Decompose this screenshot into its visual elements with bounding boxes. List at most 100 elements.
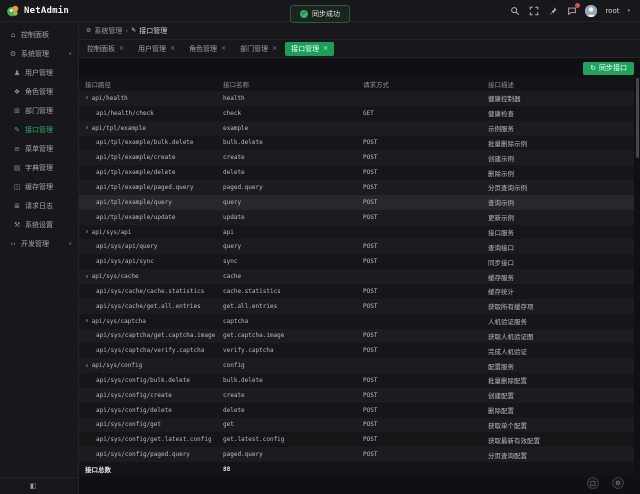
chevron-down-icon: ∨ bbox=[68, 241, 72, 247]
sidebar-item-role[interactable]: ❖角色管理 bbox=[0, 82, 78, 101]
breadcrumb-item-system[interactable]: 系统管理 bbox=[94, 26, 122, 36]
table-row[interactable]: api/sys/config/deletedeletePOST删除配置 bbox=[79, 403, 634, 418]
fullscreen-icon[interactable] bbox=[528, 5, 539, 16]
cell-path: api/tpl/example/paged.query bbox=[79, 184, 223, 191]
chevron-down-icon[interactable]: ∨ bbox=[85, 95, 89, 101]
cell-method: POST bbox=[363, 421, 488, 428]
cell-description: 接口服务 bbox=[488, 227, 634, 237]
cell-name: check bbox=[223, 110, 363, 117]
table-row[interactable]: ∨api/tpl/exampleexample示例服务 bbox=[79, 121, 634, 136]
close-icon[interactable]: × bbox=[221, 45, 226, 52]
table-row[interactable]: api/tpl/example/deletedeletePOST删除示例 bbox=[79, 165, 634, 180]
vertical-scrollbar[interactable] bbox=[636, 78, 639, 158]
app-brand[interactable]: NetAdmin bbox=[0, 4, 79, 18]
table-row[interactable]: api/health/checkcheckGET健康检查 bbox=[79, 106, 634, 121]
breadcrumb-item-api[interactable]: 接口管理 bbox=[139, 26, 167, 36]
cell-path: api/sys/captcha/get.captcha.image bbox=[79, 332, 223, 339]
sidebar-item-settings[interactable]: ⚒系统设置 bbox=[0, 215, 78, 234]
close-icon[interactable]: × bbox=[323, 45, 328, 52]
cell-path: api/sys/api/query bbox=[79, 243, 223, 250]
table-row[interactable]: ∨api/sys/cachecache缓存服务 bbox=[79, 269, 634, 284]
sidebar-item-label: 用户管理 bbox=[25, 68, 53, 78]
cell-description: 查询接口 bbox=[488, 242, 634, 252]
chevron-down-icon[interactable]: ∨ bbox=[85, 229, 89, 235]
table-row[interactable]: api/tpl/example/paged.querypaged.queryPO… bbox=[79, 180, 634, 195]
table-row[interactable]: ∨api/sys/configconfig配置服务 bbox=[79, 358, 634, 373]
table-row[interactable]: api/sys/config/paged.querypaged.queryPOS… bbox=[79, 447, 634, 462]
table-row[interactable]: api/tpl/example/queryqueryPOST查询示例 bbox=[79, 195, 634, 210]
check-circle-icon: ✓ bbox=[300, 10, 308, 18]
cell-path: api/sys/cache/get.all.entries bbox=[79, 303, 223, 310]
chevron-down-icon[interactable]: ∨ bbox=[85, 125, 89, 131]
role-icon: ❖ bbox=[13, 88, 21, 96]
chevron-down-icon[interactable]: ∨ bbox=[85, 318, 89, 324]
floating-actions: □ ⚙ bbox=[587, 477, 624, 489]
cell-name: paged.query bbox=[223, 451, 363, 458]
close-icon[interactable]: × bbox=[119, 45, 124, 52]
user-avatar[interactable] bbox=[585, 5, 597, 17]
sidebar-item-request-log[interactable]: ≣请求日志 bbox=[0, 196, 78, 215]
cell-name: cache.statistics bbox=[223, 288, 363, 295]
table-row[interactable]: api/sys/cache/cache.statisticscache.stat… bbox=[79, 284, 634, 299]
search-icon[interactable] bbox=[509, 5, 520, 16]
sidebar-item-label: 系统设置 bbox=[25, 220, 53, 230]
table-row[interactable]: api/tpl/example/bulk.deletebulk.deletePO… bbox=[79, 136, 634, 151]
cell-path: ∨api/sys/captcha bbox=[79, 318, 223, 325]
collapse-sidebar-icon[interactable]: ◧ bbox=[30, 482, 37, 490]
chevron-up-icon: ∧ bbox=[68, 51, 72, 57]
cell-method: POST bbox=[363, 288, 488, 295]
layout-button[interactable]: □ bbox=[587, 477, 599, 489]
chevron-down-icon[interactable]: ∨ bbox=[85, 274, 89, 280]
tab-department[interactable]: 部门管理× bbox=[234, 42, 283, 56]
cell-description: 示例服务 bbox=[488, 123, 634, 133]
sync-api-button[interactable]: ↻ 同步接口 bbox=[583, 62, 634, 75]
sidebar-item-system[interactable]: ⚙系统管理∧ bbox=[0, 44, 78, 63]
close-icon[interactable]: × bbox=[170, 45, 175, 52]
api-path: api/sys/api/sync bbox=[96, 258, 154, 265]
gear-icon: ⚙ bbox=[86, 27, 91, 34]
table-row[interactable]: ∨api/healthhealth健康控制器 bbox=[79, 91, 634, 106]
cell-path: api/sys/config/bulk.delete bbox=[79, 377, 223, 384]
table-row[interactable]: api/sys/config/getgetPOST获取单个配置 bbox=[79, 418, 634, 433]
cell-description: 获取最新有效配置 bbox=[488, 435, 634, 445]
sidebar-item-dashboard[interactable]: ⌂控制面板 bbox=[0, 25, 78, 44]
table-row[interactable]: api/sys/config/bulk.deletebulk.deletePOS… bbox=[79, 373, 634, 388]
sidebar-item-dev[interactable]: ‹›开发管理∨ bbox=[0, 234, 78, 253]
chevron-down-icon[interactable]: ▾ bbox=[627, 8, 630, 14]
username-label[interactable]: root bbox=[605, 7, 619, 15]
table-row[interactable]: ∨api/sys/captchacaptcha人机验证服务 bbox=[79, 314, 634, 329]
tab-user[interactable]: 用户管理× bbox=[132, 42, 181, 56]
cell-path: api/sys/config/delete bbox=[79, 407, 223, 414]
sidebar-item-api[interactable]: ✎接口管理 bbox=[0, 120, 78, 139]
sidebar-item-menu[interactable]: ≡菜单管理 bbox=[0, 139, 78, 158]
message-icon[interactable] bbox=[566, 5, 577, 16]
tab-api[interactable]: 接口管理× bbox=[285, 42, 334, 56]
table-row[interactable]: ∨api/sys/apiapi接口服务 bbox=[79, 225, 634, 240]
sidebar-item-label: 接口管理 bbox=[25, 125, 53, 135]
sidebar-item-cache[interactable]: ◫缓存管理 bbox=[0, 177, 78, 196]
table-row[interactable]: api/sys/config/get.latest.configget.late… bbox=[79, 432, 634, 447]
api-path: api/tpl/example/update bbox=[96, 214, 175, 221]
cell-path: api/sys/config/get bbox=[79, 421, 223, 428]
table-row[interactable]: api/tpl/example/updateupdatePOST更新示例 bbox=[79, 210, 634, 225]
table-row[interactable]: api/sys/api/queryqueryPOST查询接口 bbox=[79, 239, 634, 254]
table-row[interactable]: api/sys/api/syncsyncPOST同步接口 bbox=[79, 254, 634, 269]
table-row[interactable]: api/sys/cache/get.all.entriesget.all.ent… bbox=[79, 299, 634, 314]
api-path: api/sys/captcha bbox=[92, 318, 146, 325]
sidebar-item-user[interactable]: ♟用户管理 bbox=[0, 63, 78, 82]
table-row[interactable]: api/sys/captcha/get.captcha.imageget.cap… bbox=[79, 329, 634, 344]
sidebar-item-department[interactable]: ⊞部门管理 bbox=[0, 101, 78, 120]
pin-icon[interactable] bbox=[547, 5, 558, 16]
tab-dashboard[interactable]: 控制面板× bbox=[81, 42, 130, 56]
chevron-down-icon[interactable]: ∨ bbox=[85, 363, 89, 369]
close-icon[interactable]: × bbox=[272, 45, 277, 52]
table-row[interactable]: api/tpl/example/createcreatePOST创建示例 bbox=[79, 150, 634, 165]
table-row[interactable]: api/sys/config/createcreatePOST创建配置 bbox=[79, 388, 634, 403]
sidebar-menu: ⌂控制面板⚙系统管理∧♟用户管理❖角色管理⊞部门管理✎接口管理≡菜单管理▤字典管… bbox=[0, 22, 78, 477]
sidebar-item-dictionary[interactable]: ▤字典管理 bbox=[0, 158, 78, 177]
sidebar-footer: ◧ bbox=[0, 477, 78, 494]
tab-role[interactable]: 角色管理× bbox=[183, 42, 232, 56]
theme-settings-button[interactable]: ⚙ bbox=[612, 477, 624, 489]
cell-method: POST bbox=[363, 169, 488, 176]
table-row[interactable]: api/sys/captcha/verify.captchaverify.cap… bbox=[79, 343, 634, 358]
